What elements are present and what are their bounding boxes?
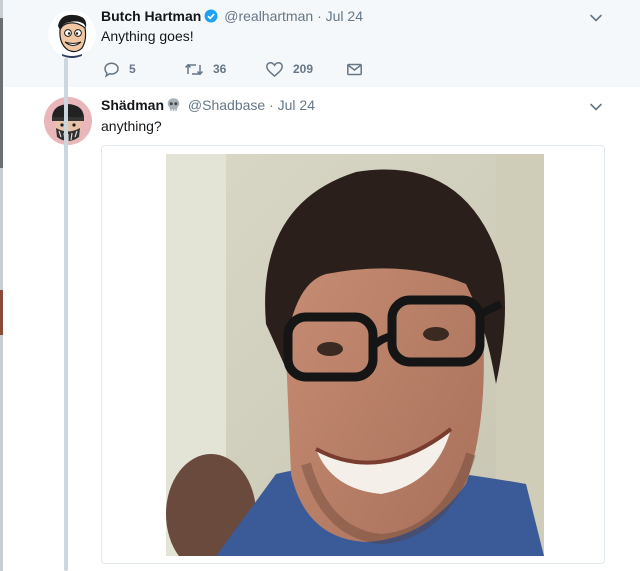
separator-dot: ·: [269, 97, 274, 113]
skull-mask-avatar-icon: [44, 97, 92, 145]
heart-icon: [266, 61, 283, 77]
retweet-icon: [184, 63, 204, 75]
reply-icon: [104, 61, 119, 78]
like-count: 209: [293, 62, 314, 76]
avatar[interactable]: [48, 10, 96, 58]
chevron-down-icon[interactable]: [588, 10, 604, 26]
direct-message-button[interactable]: [346, 59, 363, 79]
cartoon-avatar-icon: [48, 10, 96, 58]
chevron-down-icon[interactable]: [588, 99, 604, 115]
separator-dot: ·: [317, 8, 322, 24]
tweet-reply[interactable]: Shädman @Shadbase · Jul 24 anything?: [3, 87, 640, 571]
user-handle[interactable]: @Shadbase: [188, 97, 265, 113]
photo[interactable]: [166, 154, 544, 556]
thread-connector-line: [64, 58, 68, 571]
display-name[interactable]: Butch Hartman: [101, 8, 201, 24]
like-button[interactable]: 209: [265, 59, 313, 79]
reply-button[interactable]: 5: [103, 59, 136, 79]
envelope-icon: [347, 63, 362, 75]
tweet-text: Anything goes!: [101, 28, 194, 44]
user-handle[interactable]: @realhartman: [224, 8, 313, 24]
media-card[interactable]: [101, 145, 605, 564]
tweet-header: Butch Hartman @realhartman · Jul 24: [101, 7, 363, 27]
verified-badge-icon: [204, 9, 218, 27]
photo-smiling-man-glasses: [166, 154, 544, 556]
tweet-header: Shädman @Shadbase · Jul 24: [101, 96, 315, 116]
tweet-date[interactable]: Jul 24: [326, 8, 363, 24]
tweet-text: anything?: [101, 118, 162, 134]
retweet-button[interactable]: 36: [184, 59, 226, 79]
skull-icon: [166, 97, 181, 116]
tweet-date[interactable]: Jul 24: [278, 97, 315, 113]
reply-count: 5: [129, 62, 136, 76]
retweet-count: 36: [213, 62, 227, 76]
avatar[interactable]: [44, 97, 92, 145]
tweet-parent[interactable]: Butch Hartman @realhartman · Jul 24 Anyt…: [3, 0, 640, 87]
display-name[interactable]: Shädman: [101, 97, 164, 113]
